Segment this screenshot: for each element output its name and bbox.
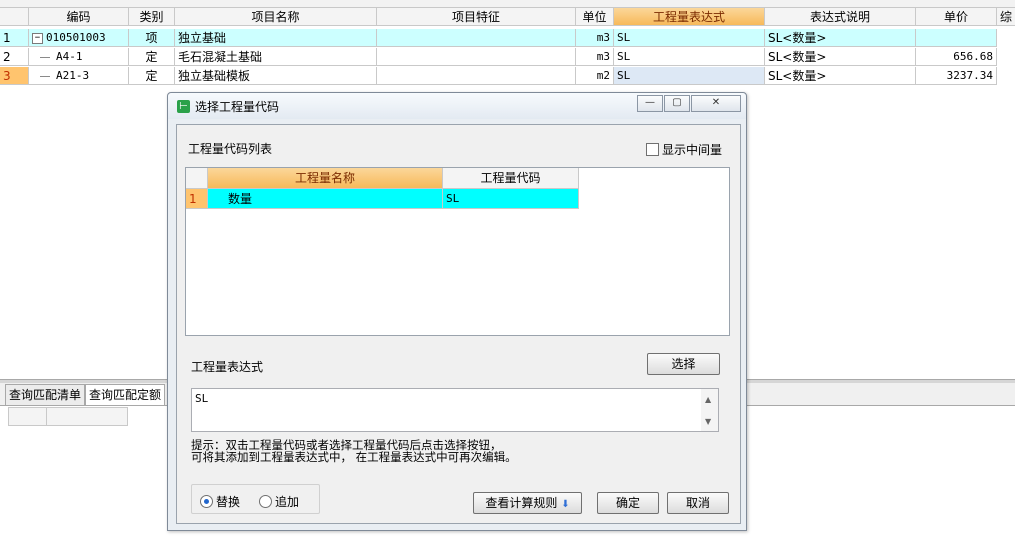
checkbox-label: 显示中间量 (662, 143, 723, 157)
tab-match-bill[interactable]: 查询匹配清单 (5, 384, 86, 405)
header-quantity-expression[interactable]: 工程量表达式 (614, 8, 765, 26)
expression-cell[interactable]: SL (614, 67, 765, 85)
price-cell[interactable]: 3237.34 (916, 67, 997, 85)
header-type[interactable]: 类别 (129, 8, 175, 26)
cancel-button[interactable]: 取消 (667, 492, 729, 514)
type-cell[interactable]: 项 (129, 29, 175, 47)
code-text: 010501003 (46, 31, 106, 44)
expression-text: SL (195, 392, 209, 405)
expression-desc-cell[interactable]: SL<数量> (765, 29, 916, 47)
insert-mode-group: 替换 追加 (191, 484, 320, 514)
name-cell[interactable]: 独立基础 (175, 29, 377, 47)
tree-connector (40, 75, 50, 77)
arrow-down-icon: ⬇ (561, 499, 570, 510)
radio-unselected-icon[interactable] (259, 495, 272, 508)
hint-text: 提示：双击工程量代码或者选择工程量代码后点击选择按钮， 可将其添加到工程量表达式… (191, 439, 517, 463)
row-number: 2 (0, 48, 29, 66)
minimize-icon[interactable]: — (637, 95, 663, 112)
bottom-header-cell (8, 407, 47, 426)
tree-connector (40, 56, 50, 58)
code-list-label: 工程量代码列表 (188, 142, 273, 156)
code-cell[interactable]: −010501003 (29, 29, 129, 47)
header-unit[interactable]: 单位 (576, 8, 614, 26)
expression-desc-cell[interactable]: SL<数量> (765, 67, 916, 85)
quantity-name-cell[interactable]: 数量 (208, 189, 443, 209)
bottom-grid-header (8, 407, 128, 427)
expression-textarea[interactable]: SL ▲ ▼ (191, 388, 719, 432)
unit-cell[interactable]: m2 (576, 67, 614, 85)
feature-cell[interactable] (377, 48, 576, 66)
scroll-up-icon[interactable]: ▲ (705, 395, 711, 404)
dialog-title: 选择工程量代码 (195, 100, 280, 114)
top-toolbar-strip (0, 0, 1015, 8)
radio-label: 追加 (275, 495, 300, 509)
quantity-code-cell[interactable]: SL (443, 189, 579, 209)
header-feature[interactable]: 项目特征 (377, 8, 576, 26)
expression-cell[interactable]: SL (614, 48, 765, 66)
radio-label: 替换 (216, 495, 241, 509)
checkbox-icon[interactable] (646, 143, 659, 156)
header-name[interactable]: 项目名称 (175, 8, 377, 26)
scroll-down-icon[interactable]: ▼ (705, 417, 711, 426)
dialog-titlebar[interactable]: ⊢ 选择工程量代码 — ▢ ✕ (168, 93, 746, 119)
ok-button[interactable]: 确定 (597, 492, 659, 514)
row-number: 3 (0, 67, 29, 85)
code-header-rownum (186, 168, 208, 189)
unit-cell[interactable]: m3 (576, 48, 614, 66)
price-cell[interactable] (916, 29, 997, 47)
quantity-code-grid: 工程量名称 工程量代码 1 数量 SL (185, 167, 730, 336)
show-intermediate-checkbox[interactable]: 显示中间量 (646, 141, 722, 158)
maximize-icon[interactable]: ▢ (664, 95, 690, 112)
feature-cell[interactable] (377, 67, 576, 85)
price-cell[interactable]: 656.68 (916, 48, 997, 66)
type-cell[interactable]: 定 (129, 67, 175, 85)
header-total-partial[interactable]: 综 (997, 8, 1015, 26)
select-button[interactable]: 选择 (647, 353, 720, 375)
select-quantity-code-dialog: ⊢ 选择工程量代码 — ▢ ✕ 工程量代码列表 显示中间量 工程量名称 工程量代… (167, 92, 747, 531)
textarea-scrollbar[interactable]: ▲ ▼ (701, 389, 718, 431)
unit-cell[interactable]: m3 (576, 29, 614, 47)
button-label: 查看计算规则 (485, 496, 558, 510)
radio-replace[interactable]: 替换 (200, 493, 240, 510)
header-quantity-code[interactable]: 工程量代码 (443, 168, 579, 189)
view-calc-rules-button[interactable]: 查看计算规则 ⬇ (473, 492, 582, 514)
header-unit-price[interactable]: 单价 (916, 8, 997, 26)
collapse-icon[interactable]: − (32, 32, 43, 44)
header-expression-desc[interactable]: 表达式说明 (765, 8, 916, 26)
header-quantity-name[interactable]: 工程量名称 (208, 168, 443, 189)
dialog-content-panel: 工程量代码列表 显示中间量 工程量名称 工程量代码 1 数量 SL 工程量表达式… (176, 124, 741, 524)
type-cell[interactable]: 定 (129, 48, 175, 66)
code-cell[interactable]: A21-3 (29, 67, 129, 85)
close-icon[interactable]: ✕ (691, 95, 741, 112)
expression-cell[interactable]: SL (614, 29, 765, 47)
code-text: A4-1 (56, 50, 83, 63)
header-rownum (0, 8, 29, 26)
bottom-header-cell (46, 407, 128, 426)
code-cell[interactable]: A4-1 (29, 48, 129, 66)
app-icon: ⊢ (177, 100, 190, 113)
row-number: 1 (0, 29, 29, 47)
row-number: 1 (186, 189, 208, 209)
expression-label: 工程量表达式 (191, 360, 264, 374)
name-cell[interactable]: 独立基础模板 (175, 67, 377, 85)
feature-cell[interactable] (377, 29, 576, 47)
expression-desc-cell[interactable]: SL<数量> (765, 48, 916, 66)
tab-match-quota[interactable]: 查询匹配定额 (85, 384, 166, 405)
hint-line: 可将其添加到工程量表达式中， 在工程量表达式中可再次编辑。 (191, 450, 517, 464)
code-text: A21-3 (56, 69, 90, 82)
header-code[interactable]: 编码 (29, 8, 129, 26)
radio-append[interactable]: 追加 (259, 493, 299, 510)
name-cell[interactable]: 毛石混凝土基础 (175, 48, 377, 66)
radio-selected-icon[interactable] (200, 495, 213, 508)
